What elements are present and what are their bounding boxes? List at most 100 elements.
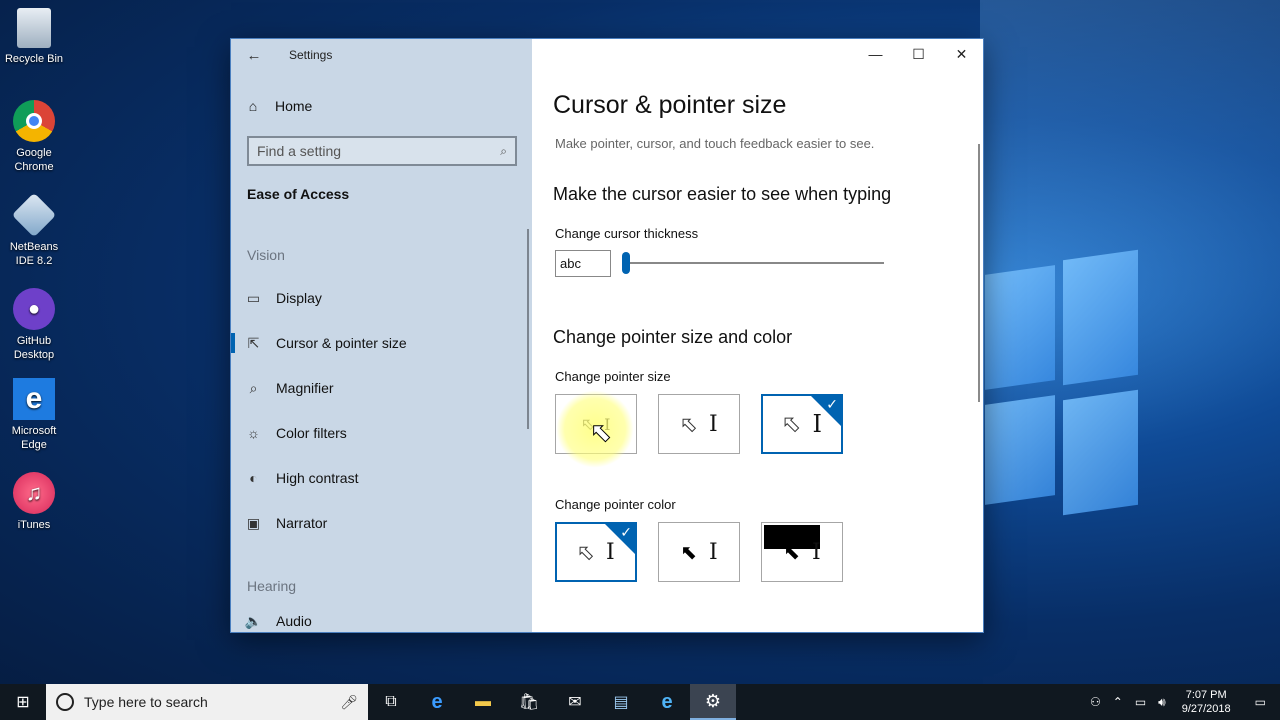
- sidebar-item-color-filters[interactable]: ☼ Color filters: [231, 415, 531, 451]
- minimize-button[interactable]: —: [854, 39, 897, 69]
- desktop-icon-label: NetBeans IDE 8.2: [9, 241, 59, 267]
- pointer-preview: ⬉I: [680, 411, 718, 437]
- minimize-icon: —: [868, 46, 883, 62]
- cursor-thickness-preview: abc: [555, 250, 611, 277]
- maximize-button[interactable]: ☐: [897, 39, 940, 69]
- sidebar-item-display[interactable]: ▭ Display: [231, 280, 531, 316]
- desktop-icon-label: iTunes: [17, 519, 51, 531]
- sidebar-item-label: Cursor & pointer size: [276, 335, 407, 351]
- mouse-pointer-icon: ⬉: [590, 417, 613, 448]
- windows-start-icon: ⊞: [16, 694, 30, 711]
- chrome-icon: [13, 100, 55, 142]
- system-tray: ⚇ ⌃ ▭ 🔊︎ 7:07 PM 9/27/2018 ▭: [1084, 684, 1280, 720]
- itunes-icon: ♫: [13, 472, 55, 514]
- pointer-size-label: Change pointer size: [555, 369, 671, 384]
- search-icon: ⌕: [500, 143, 507, 158]
- close-button[interactable]: ✕: [940, 39, 983, 69]
- desktop-icon-itunes[interactable]: ♫ iTunes: [0, 472, 68, 532]
- desktop-icon-label: Recycle Bin: [4, 53, 64, 65]
- task-view-icon: ⧉: [385, 693, 397, 710]
- maximize-icon: ☐: [912, 45, 925, 62]
- chevron-up-icon[interactable]: ⌃: [1107, 695, 1129, 709]
- pointer-color-label: Change pointer color: [555, 497, 676, 512]
- desktop-icon-edge[interactable]: e Microsoft Edge: [0, 378, 68, 452]
- task-view-button[interactable]: ⧉: [368, 684, 414, 720]
- pointer-preview: ⬉I: [783, 540, 820, 565]
- page-title: Cursor & pointer size: [553, 91, 787, 119]
- desktop-icon-recycle-bin[interactable]: Recycle Bin: [0, 8, 68, 66]
- window-title: Settings: [289, 48, 333, 62]
- checkmark-icon: ✓: [620, 524, 632, 540]
- cursor-thickness-slider-track[interactable]: [624, 262, 884, 264]
- pointer-size-option-large[interactable]: ⬉ I ✓: [761, 394, 843, 454]
- home-icon: ⌂: [248, 98, 258, 114]
- volume-icon[interactable]: 🔊︎: [1152, 695, 1172, 710]
- start-button[interactable]: ⊞: [0, 684, 46, 720]
- pointer-preview: ⬉I: [680, 540, 717, 565]
- cursor-thickness-label: Change cursor thickness: [555, 226, 699, 241]
- window-controls: — ☐ ✕: [854, 39, 983, 69]
- mail-icon: ✉: [568, 694, 582, 711]
- taskbar-search-placeholder: Type here to search: [84, 694, 208, 710]
- settings-window: ← Settings ⌂ Home Find a setting ⌕ Ease …: [231, 39, 983, 632]
- taskbar-internet-explorer[interactable]: e: [644, 684, 690, 720]
- sidebar-item-narrator[interactable]: ▣ Narrator: [231, 505, 531, 541]
- sidebar-scrollbar[interactable]: [527, 229, 529, 429]
- internet-explorer-icon: e: [661, 690, 673, 713]
- close-icon: ✕: [955, 45, 968, 62]
- desktop-icon-chrome[interactable]: Google Chrome: [0, 100, 68, 174]
- back-arrow-icon: ←: [246, 46, 262, 64]
- windows-logo-wallpaper: [985, 249, 1145, 550]
- pointer-section-heading: Change pointer size and color: [553, 327, 793, 347]
- black-arrow-icon: ⬉: [680, 541, 698, 564]
- sidebar-item-cursor-pointer-size[interactable]: ⇱ Cursor & pointer size: [231, 325, 531, 361]
- network-icon[interactable]: ▭: [1129, 695, 1152, 709]
- taskbar-mail[interactable]: ✉: [552, 684, 598, 720]
- content-scrollbar[interactable]: [978, 144, 980, 402]
- taskbar-search-box[interactable]: Type here to search 🎤︎: [46, 684, 368, 720]
- sidebar-item-label: Audio: [276, 613, 312, 629]
- pointer-color-option-black[interactable]: ⬉ I: [658, 522, 740, 582]
- cursor-section-heading: Make the cursor easier to see when typin…: [553, 184, 892, 204]
- sidebar-item-label: Color filters: [276, 425, 347, 441]
- desktop-icon-github[interactable]: ● GitHub Desktop: [0, 288, 68, 362]
- search-placeholder: Find a setting: [257, 143, 342, 159]
- white-arrow-icon: ⬉: [577, 541, 595, 564]
- people-icon[interactable]: ⚇: [1084, 695, 1107, 709]
- sidebar-item-audio[interactable]: 🔈 Audio: [231, 613, 531, 632]
- title-bar: ← Settings: [231, 39, 532, 71]
- white-arrow-icon: ⬉: [680, 413, 698, 436]
- audio-icon: 🔈: [244, 613, 263, 629]
- taskbar-store[interactable]: 🛍︎: [506, 684, 552, 720]
- computer-icon: ▤: [613, 694, 629, 711]
- pointer-color-option-inverted[interactable]: ⬉ I: [761, 522, 843, 582]
- sidebar-item-magnifier[interactable]: ⌕ Magnifier: [231, 370, 531, 406]
- text-cursor-icon: I: [709, 539, 718, 565]
- action-center-icon[interactable]: ▭: [1241, 695, 1280, 709]
- edge-icon: e: [13, 378, 55, 420]
- netbeans-icon: [11, 192, 57, 238]
- desktop-icon-label: Microsoft Edge: [11, 425, 57, 451]
- text-cursor-icon: I: [709, 411, 718, 437]
- pointer-size-option-medium[interactable]: ⬉ I: [658, 394, 740, 454]
- clock[interactable]: 7:07 PM 9/27/2018: [1172, 688, 1241, 716]
- taskbar-file-explorer[interactable]: ▬: [460, 684, 506, 720]
- sidebar-item-label: Narrator: [276, 515, 328, 531]
- desktop-icon-netbeans[interactable]: NetBeans IDE 8.2: [0, 192, 68, 268]
- page-subtitle: Make pointer, cursor, and touch feedback…: [555, 136, 875, 151]
- nav-home[interactable]: ⌂ Home: [231, 94, 313, 118]
- find-setting-input[interactable]: Find a setting ⌕: [247, 136, 517, 166]
- taskbar-edge[interactable]: e: [414, 684, 460, 720]
- clock-date: 9/27/2018: [1181, 703, 1231, 715]
- github-icon: ●: [13, 288, 55, 330]
- white-arrow-icon: ⬉: [782, 411, 801, 437]
- taskbar-network-app[interactable]: ▤: [598, 684, 644, 720]
- sidebar-item-high-contrast[interactable]: ◐ High contrast: [231, 460, 531, 496]
- edge-icon: e: [431, 690, 443, 713]
- taskbar-settings[interactable]: ⚙: [690, 684, 736, 720]
- pointer-color-option-white[interactable]: ⬉ I ✓: [555, 522, 637, 582]
- back-button[interactable]: ←: [231, 39, 277, 71]
- cursor-thickness-slider-thumb[interactable]: [622, 252, 630, 274]
- cursor-icon: ⇱: [247, 334, 260, 351]
- sidebar-item-label: Display: [276, 290, 322, 306]
